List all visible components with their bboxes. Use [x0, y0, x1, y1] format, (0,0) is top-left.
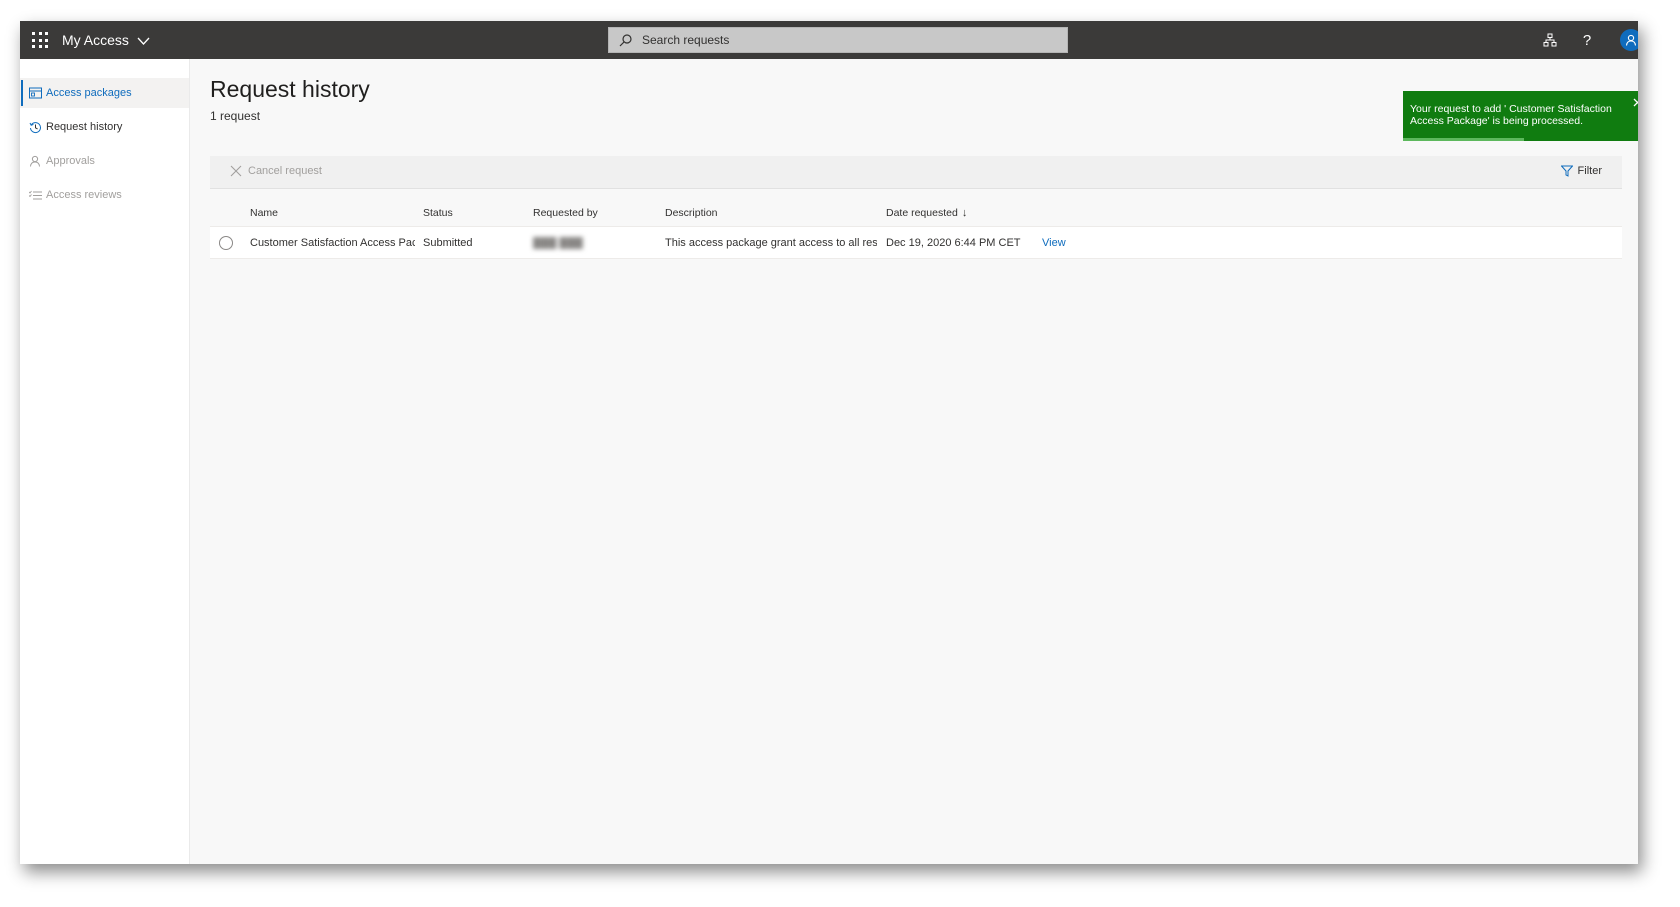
sidebar-item-approvals[interactable]: Approvals [20, 146, 189, 176]
person-icon [28, 154, 42, 168]
command-bar: Cancel request Filter [210, 156, 1622, 189]
help-icon[interactable]: ? [1577, 30, 1597, 50]
sidebar-item-label: Request history [46, 121, 123, 133]
search-icon [619, 33, 632, 46]
column-header-name[interactable]: Name [250, 207, 278, 219]
sort-descending-icon: ↓ [961, 207, 968, 219]
close-icon [230, 165, 242, 177]
cell-date-requested: Dec 19, 2020 6:44 PM CET [886, 237, 1021, 249]
filter-icon [1560, 165, 1573, 177]
cell-description: This access package grant access to all … [665, 237, 877, 249]
cell-requested-by: ███ ███ [533, 237, 583, 249]
toast-progress-bar [1403, 138, 1524, 141]
filter-button[interactable]: Filter [1560, 165, 1602, 177]
app-window: My Access ? [20, 21, 1638, 864]
cell-status: Submitted [423, 237, 473, 249]
success-toast: Your request to add ' Customer Satisfact… [1403, 91, 1638, 141]
app-title: My Access [62, 32, 129, 48]
sidebar-item-label: Approvals [46, 155, 95, 167]
column-header-status[interactable]: Status [423, 207, 453, 219]
toast-message: Your request to add ' Customer Satisfact… [1410, 103, 1612, 127]
row-select-radio[interactable] [219, 236, 233, 250]
cancel-request-button[interactable]: Cancel request [230, 165, 322, 177]
package-icon [28, 86, 42, 100]
chevron-down-icon [137, 37, 150, 45]
close-icon[interactable] [1631, 96, 1638, 108]
table-header: Name Status Requested by Description Dat… [210, 189, 1622, 227]
column-header-description[interactable]: Description [665, 207, 718, 219]
view-link[interactable]: View [1042, 237, 1066, 249]
sidebar-item-access-reviews[interactable]: Access reviews [20, 180, 189, 210]
search-box[interactable] [608, 27, 1068, 53]
page-title: Request history [210, 76, 370, 102]
column-header-date-requested[interactable]: Date requested ↓ [886, 207, 967, 219]
column-header-requested-by[interactable]: Requested by [533, 207, 598, 219]
waffle-icon[interactable] [32, 32, 48, 48]
sidebar-item-label: Access packages [46, 87, 132, 99]
request-count: 1 request [210, 109, 261, 123]
user-avatar-icon[interactable] [1620, 29, 1638, 51]
cell-name: Customer Satisfaction Access Pack [250, 237, 415, 249]
sidebar-item-access-packages[interactable]: Access packages [20, 78, 189, 108]
search-input[interactable] [642, 33, 1042, 47]
org-chart-icon[interactable] [1540, 30, 1560, 50]
filter-label: Filter [1577, 165, 1602, 177]
top-bar: My Access ? [20, 21, 1638, 59]
history-icon [28, 120, 42, 134]
sidebar: Access packages Request history Approval… [20, 59, 190, 864]
sidebar-item-request-history[interactable]: Request history [20, 112, 189, 142]
app-title-dropdown[interactable]: My Access [62, 32, 150, 48]
table-row[interactable]: Customer Satisfaction Access Pack Submit… [210, 227, 1622, 259]
cancel-request-label: Cancel request [248, 165, 322, 177]
column-header-date-label: Date requested [886, 207, 958, 219]
checklist-icon [28, 188, 42, 202]
request-table: Name Status Requested by Description Dat… [210, 189, 1622, 259]
sidebar-item-label: Access reviews [46, 189, 122, 201]
